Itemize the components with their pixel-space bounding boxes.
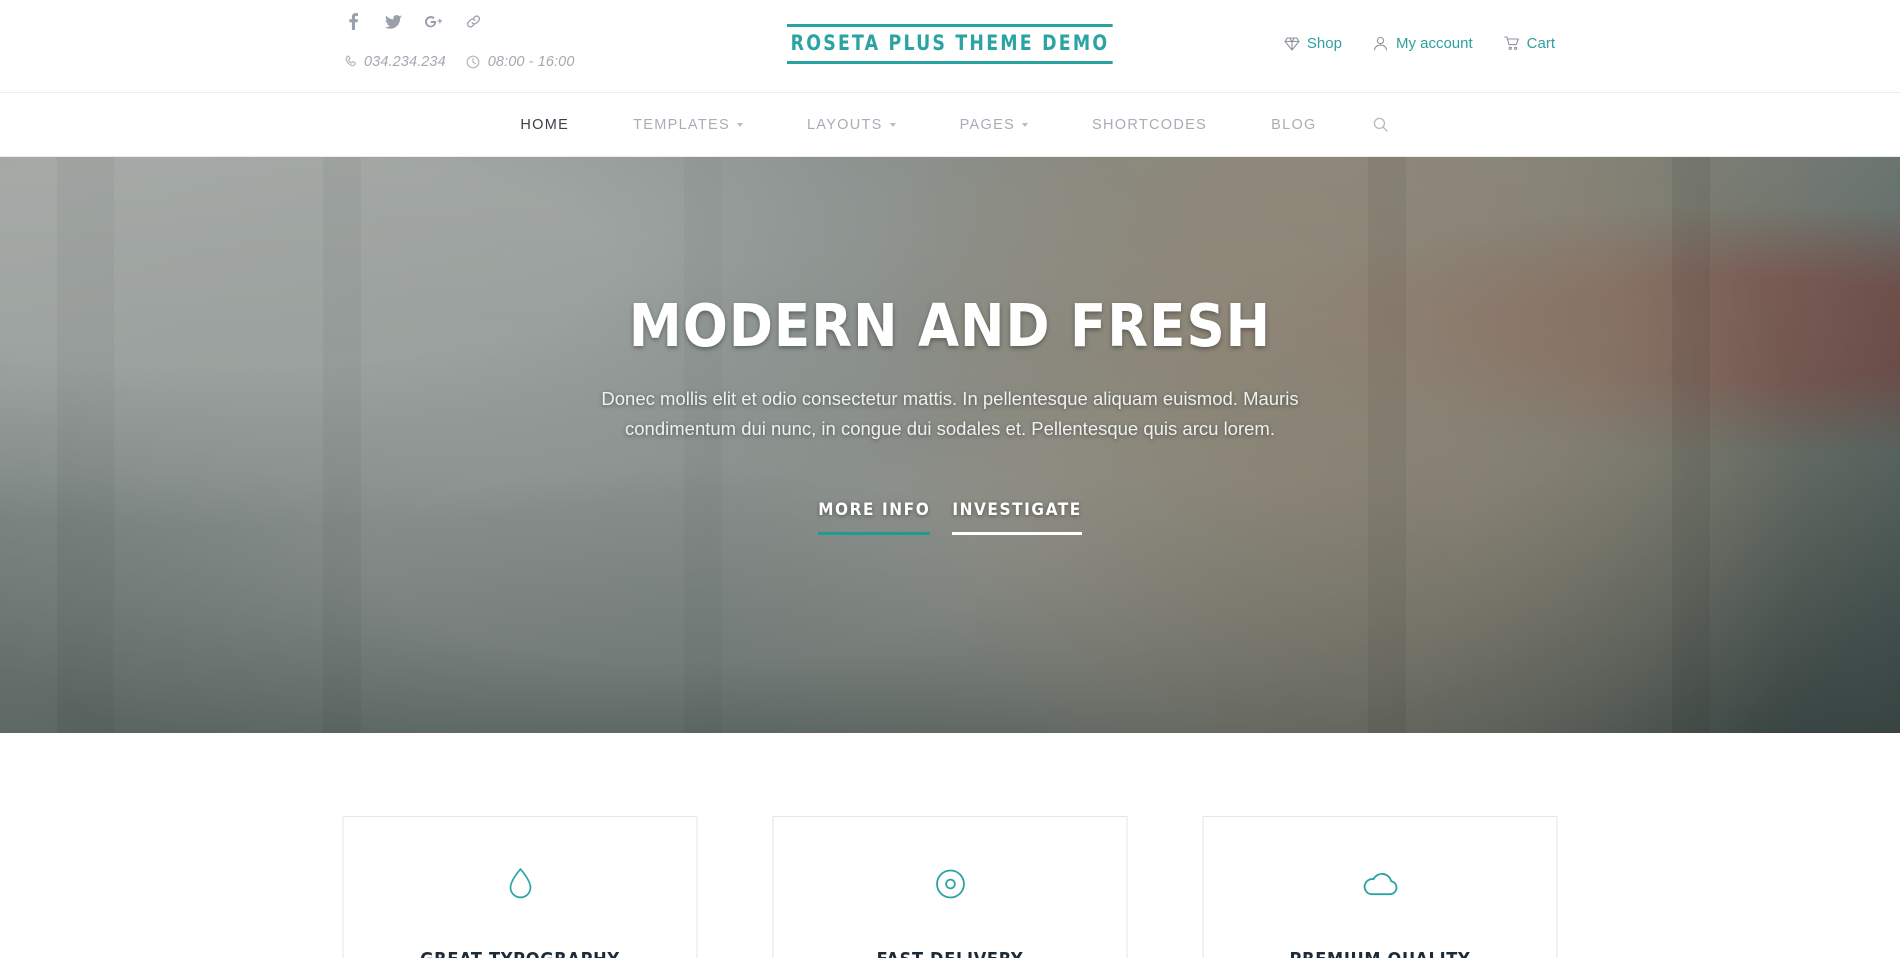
site-logo[interactable]: ROSETA PLUS THEME DEMO (773, 24, 1127, 64)
feature-card-typography[interactable]: GREAT TYPOGRAPHY (342, 816, 698, 958)
social-links (345, 12, 482, 31)
nav-item-layouts[interactable]: LAYOUTS (775, 117, 928, 133)
contact-info: 034.234.234 08:00 - 16:00 (342, 54, 575, 70)
nav-list: HOME TEMPLATES LAYOUTS PAGES SHORTCODES … (488, 117, 1411, 133)
google-plus-icon[interactable] (425, 12, 442, 31)
phone-number: 034.234.234 (364, 54, 446, 70)
search-icon[interactable] (1349, 117, 1412, 132)
hero-content: MODERN AND FRESH Donec mollis elit et od… (0, 157, 1900, 733)
account-links: Shop My account Cart (1284, 35, 1555, 52)
my-account-label: My account (1395, 35, 1473, 52)
twitter-icon[interactable] (385, 12, 402, 31)
clock-icon (466, 55, 481, 70)
phone-info: 034.234.234 (342, 54, 446, 70)
hero-title: MODERN AND FRESH (628, 291, 1272, 360)
phone-icon (342, 55, 357, 70)
features-grid: GREAT TYPOGRAPHY FAST DELIVERY PREMIUM Q… (342, 816, 1558, 958)
hours-info: 08:00 - 16:00 (466, 54, 575, 70)
nav-item-pages[interactable]: PAGES (928, 117, 1060, 133)
shop-link[interactable]: Shop (1284, 35, 1342, 52)
cart-link[interactable]: Cart (1503, 35, 1555, 52)
shop-link-label: Shop (1306, 35, 1342, 52)
user-icon (1373, 36, 1389, 52)
nav-item-pages-label: PAGES (959, 116, 1016, 133)
nav-item-templates[interactable]: TEMPLATES (601, 117, 775, 133)
target-icon (934, 865, 966, 903)
my-account-link[interactable]: My account (1373, 35, 1473, 52)
features-section: GREAT TYPOGRAPHY FAST DELIVERY PREMIUM Q… (0, 733, 1900, 958)
nav-item-home[interactable]: HOME (488, 117, 601, 133)
nav-item-templates-label: TEMPLATES (633, 116, 730, 133)
top-bar: 034.234.234 08:00 - 16:00 ROSETA PLUS TH… (0, 0, 1900, 92)
cart-icon (1503, 36, 1520, 52)
more-info-button[interactable]: MORE INFO (818, 500, 931, 535)
feature-title: GREAT TYPOGRAPHY (420, 949, 620, 958)
nav-item-shortcodes[interactable]: SHORTCODES (1060, 117, 1239, 133)
hero-banner: MODERN AND FRESH Donec mollis elit et od… (0, 157, 1900, 733)
chevron-down-icon (1022, 122, 1029, 127)
droplet-icon (507, 865, 533, 903)
nav-item-layouts-label: LAYOUTS (806, 116, 883, 133)
cloud-icon (1362, 865, 1398, 903)
nav-item-shortcodes-label: SHORTCODES (1092, 116, 1208, 133)
link-icon[interactable] (465, 12, 482, 31)
nav-item-home-label: HOME (520, 116, 570, 133)
feature-title: FAST DELIVERY (877, 949, 1024, 958)
business-hours: 08:00 - 16:00 (487, 54, 575, 70)
hero-description: Donec mollis elit et odio consectetur ma… (601, 388, 1299, 439)
feature-title: PREMIUM QUALITY (1290, 949, 1471, 958)
diamond-icon (1284, 36, 1300, 52)
facebook-icon[interactable] (345, 12, 362, 31)
investigate-button[interactable]: INVESTIGATE (952, 500, 1082, 535)
nav-item-blog-label: BLOG (1271, 116, 1317, 133)
cart-link-label: Cart (1526, 35, 1555, 52)
chevron-down-icon (736, 122, 743, 127)
hero-buttons: MORE INFO INVESTIGATE (818, 500, 1082, 535)
logo-text: ROSETA PLUS THEME DEMO (786, 24, 1114, 64)
feature-card-delivery[interactable]: FAST DELIVERY (772, 816, 1128, 958)
main-navigation: HOME TEMPLATES LAYOUTS PAGES SHORTCODES … (0, 92, 1900, 157)
chevron-down-icon (889, 122, 896, 127)
feature-card-quality[interactable]: PREMIUM QUALITY (1202, 816, 1558, 958)
nav-item-blog[interactable]: BLOG (1239, 117, 1349, 133)
